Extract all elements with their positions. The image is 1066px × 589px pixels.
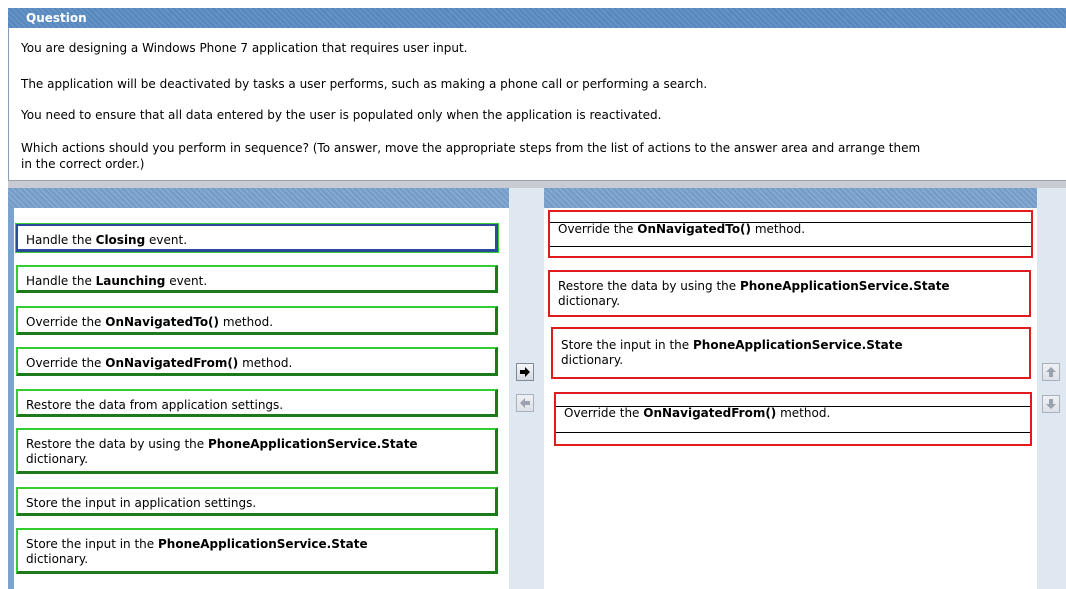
action-item-restore-from-settings[interactable]: Restore the data from application settin… xyxy=(16,389,498,417)
move-right-button[interactable] xyxy=(516,363,534,381)
action-item-override-onnavigatedfrom[interactable]: Override the OnNavigatedFrom() method. xyxy=(16,347,498,376)
action-item-store-in-settings[interactable]: Store the input in application settings. xyxy=(16,487,498,516)
question-line-1: You are designing a Windows Phone 7 appl… xyxy=(21,41,468,55)
action-item-restore-from-state[interactable]: Restore the data by using the PhoneAppli… xyxy=(16,428,498,474)
question-line-2: The application will be deactivated by t… xyxy=(21,77,708,91)
move-down-button[interactable] xyxy=(1042,395,1060,413)
question-line-3: You need to ensure that all data entered… xyxy=(21,108,662,122)
move-left-button[interactable] xyxy=(516,394,534,412)
actions-list-border xyxy=(8,208,14,589)
right-arrow-icon xyxy=(520,367,530,377)
action-item-handle-closing[interactable]: Handle the Closing event. xyxy=(15,223,499,253)
question-header: Question xyxy=(8,8,1066,28)
answer-slot-bottom-line xyxy=(556,432,1030,433)
question-title: Question xyxy=(26,11,87,25)
left-arrow-icon xyxy=(520,398,530,408)
up-arrow-icon xyxy=(1046,367,1056,377)
answer-area-header xyxy=(544,188,1037,208)
move-up-button[interactable] xyxy=(1042,363,1060,381)
answer-slot-bottom-line xyxy=(550,246,1031,247)
answer-item-store-in-state[interactable]: Store the input in the PhoneApplicationS… xyxy=(551,327,1031,379)
answer-item-override-onnavigatedfrom[interactable]: Override the OnNavigatedFrom() method. xyxy=(554,392,1032,446)
question-body: You are designing a Windows Phone 7 appl… xyxy=(8,28,1066,180)
question-line-5: in the correct order.) xyxy=(21,157,145,171)
reorder-buttons-strip xyxy=(1037,188,1066,589)
actions-list-header xyxy=(8,188,509,208)
action-item-store-in-state[interactable]: Store the input in the PhoneApplicationS… xyxy=(16,528,498,574)
move-buttons-strip xyxy=(509,188,544,589)
question-line-4: Which actions should you perform in sequ… xyxy=(21,141,921,155)
action-item-override-onnavigatedto[interactable]: Override the OnNavigatedTo() method. xyxy=(16,306,498,335)
answer-item-override-onnavigatedto[interactable]: Override the OnNavigatedTo() method. xyxy=(548,210,1033,258)
answer-item-restore-from-state[interactable]: Restore the data by using the PhoneAppli… xyxy=(548,270,1031,317)
section-divider xyxy=(8,180,1066,188)
down-arrow-icon xyxy=(1046,399,1056,409)
action-item-handle-launching[interactable]: Handle the Launching event. xyxy=(16,265,498,293)
